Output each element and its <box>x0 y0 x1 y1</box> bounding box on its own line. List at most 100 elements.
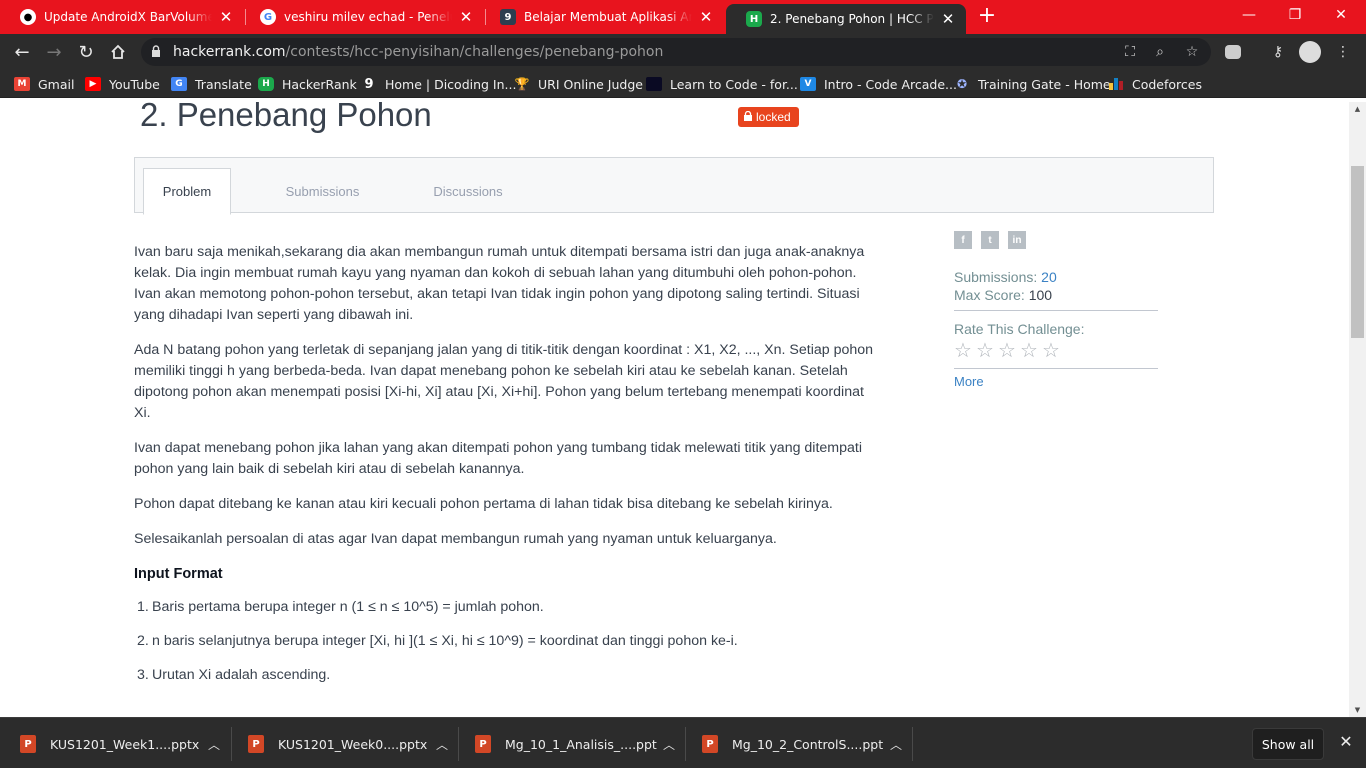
download-item[interactable]: P KUS1201_Week0....pptx ︿ <box>248 726 448 762</box>
close-icon[interactable]: ✕ <box>698 8 714 26</box>
zoom-icon[interactable]: ⌕ <box>1151 44 1169 60</box>
avatar[interactable] <box>1299 41 1321 63</box>
download-item[interactable]: P Mg_10_2_ControlS....ppt ︿ <box>702 726 902 762</box>
back-button[interactable]: ← <box>8 38 36 66</box>
training-gate-icon: ✪ <box>956 77 968 91</box>
download-bar: P KUS1201_Week1....pptx ︿ P KUS1201_Week… <box>0 717 1366 768</box>
chevron-up-icon[interactable]: ︿ <box>663 736 675 753</box>
close-icon[interactable]: ✕ <box>458 8 474 26</box>
paragraph: Ada N batang pohon yang terletak di sepa… <box>134 342 874 421</box>
chevron-up-icon[interactable]: ︿ <box>890 736 902 753</box>
star-icon[interactable]: ☆ <box>998 341 1017 361</box>
browser-tab-hackerrank-active[interactable]: H 2. Penebang Pohon | HCC Penyisihan ✕ <box>726 4 966 34</box>
download-filename: KUS1201_Week0....pptx <box>278 736 428 752</box>
tab-submissions[interactable]: Submissions <box>265 168 380 214</box>
star-icon[interactable]: ☆ <box>1020 341 1039 361</box>
bookmark-dicoding[interactable]: 9 Home | Dicoding In... <box>361 75 516 93</box>
max-score-stat: Max Score: 100 <box>954 287 1158 303</box>
tab-title: 2. Penebang Pohon | HCC Penyisihan <box>770 12 934 26</box>
bookmark-codeforces[interactable]: Codeforces <box>1108 75 1202 93</box>
paragraph: Ivan dapat menebang pohon jika lahan yan… <box>134 440 862 477</box>
powerpoint-icon: P <box>702 735 718 753</box>
gmail-icon: M <box>14 77 30 91</box>
home-button[interactable] <box>104 38 132 66</box>
bookmark-gmail[interactable]: M Gmail <box>14 75 74 93</box>
github-icon: ● <box>20 9 36 25</box>
list-item: 1. Baris pertama berupa integer n (1 ≤ n … <box>134 597 874 618</box>
browser-toolbar: ← → ↻ hackerrank.com/contests/hcc-penyis… <box>0 34 1366 70</box>
forward-button[interactable]: → <box>40 38 68 66</box>
chevron-up-icon[interactable]: ︿ <box>436 736 448 753</box>
list-item: 2. n baris selanjutnya berupa integer [Xi… <box>134 631 874 652</box>
close-download-bar-icon[interactable]: ✕ <box>1336 732 1356 754</box>
download-filename: KUS1201_Week1....pptx <box>50 736 200 752</box>
star-icon[interactable]: ☆ <box>976 341 995 361</box>
chevron-up-icon[interactable]: ︿ <box>208 736 220 753</box>
tab-problem[interactable]: Problem <box>143 168 231 215</box>
translate-icon[interactable]: ⛶ <box>1121 44 1139 60</box>
scroll-thumb[interactable] <box>1351 166 1364 338</box>
close-icon[interactable]: ✕ <box>218 8 234 26</box>
arrow-left-icon: ← <box>14 41 30 63</box>
arrow-right-icon: → <box>46 41 62 63</box>
divider <box>685 727 686 761</box>
bookmark-codesignal[interactable]: V Intro - Code Arcade... <box>800 75 957 93</box>
bookmark-label: Gmail <box>38 76 75 92</box>
divider <box>912 727 913 761</box>
new-tab-button[interactable]: + <box>975 5 999 29</box>
extension-icon[interactable] <box>1223 42 1243 62</box>
browser-tab-google[interactable]: G veshiru milev echad - Penelusuran Goog… <box>240 0 484 34</box>
show-all-button[interactable]: Show all <box>1252 728 1324 760</box>
close-icon[interactable]: ✕ <box>940 10 956 28</box>
trophy-icon: 🏆 <box>514 77 530 91</box>
badge-label: locked <box>756 110 791 124</box>
home-icon <box>111 44 125 59</box>
divider <box>458 727 459 761</box>
star-icon[interactable]: ☆ <box>1042 341 1061 361</box>
bookmark-hackerrank[interactable]: H HackerRank <box>258 75 357 93</box>
tab-discussions[interactable]: Discussions <box>417 168 519 214</box>
reload-button[interactable]: ↻ <box>72 38 100 66</box>
max-score-value: 100 <box>1028 287 1053 303</box>
bookmark-star-icon[interactable]: ☆ <box>1183 44 1201 60</box>
bookmark-label: Learn to Code - for... <box>670 76 798 92</box>
menu-icon[interactable]: ⋮ <box>1333 42 1353 62</box>
window-close-button[interactable]: ✕ <box>1318 0 1364 30</box>
paragraph: Pohon dapat ditebang ke kanan atau kiri … <box>134 496 833 512</box>
twitter-icon[interactable]: t <box>981 231 999 249</box>
list-number: 3. <box>137 667 149 683</box>
submissions-count-link[interactable]: 20 <box>1041 269 1057 285</box>
minimize-button[interactable]: — <box>1226 0 1272 30</box>
bookmark-translate[interactable]: G Translate <box>171 75 252 93</box>
more-link[interactable]: More <box>954 374 1158 389</box>
facebook-icon[interactable]: f <box>954 231 972 249</box>
reload-icon: ↻ <box>78 41 94 63</box>
share-buttons: f t in <box>954 231 1158 249</box>
restore-button[interactable]: ❐ <box>1272 0 1318 30</box>
browser-tab-github[interactable]: ● Update AndroidX BarVolume · dicoding ✕ <box>0 0 244 34</box>
bookmark-youtube[interactable]: ▶ YouTube <box>85 75 160 93</box>
key-icon[interactable]: ⚷ <box>1268 42 1288 62</box>
bookmark-label: Codeforces <box>1132 76 1202 92</box>
bookmark-uri[interactable]: 🏆 URI Online Judge <box>514 75 643 93</box>
linkedin-icon[interactable]: in <box>1008 231 1026 249</box>
bookmark-freecodecamp[interactable]: Learn to Code - for... <box>646 75 798 93</box>
page-scrollbar[interactable]: ▲ ▼ <box>1349 102 1366 717</box>
divider <box>954 368 1158 369</box>
scroll-down-arrow-icon[interactable]: ▼ <box>1349 703 1366 717</box>
download-item[interactable]: P KUS1201_Week1....pptx ︿ <box>20 726 220 762</box>
download-item[interactable]: P Mg_10_1_Analisis_....ppt ︿ <box>475 726 675 762</box>
tab-title: Belajar Membuat Aplikasi Android <box>524 10 692 24</box>
browser-tab-dicoding[interactable]: 9 Belajar Membuat Aplikasi Android ✕ <box>480 0 724 34</box>
paragraph: Selesaikanlah persoalan di atas agar Iva… <box>134 531 777 547</box>
list-text: n baris selanjutnya berupa integer [Xi, … <box>152 633 738 649</box>
tab-title: veshiru milev echad - Penelusuran Google <box>284 10 452 24</box>
address-bar[interactable]: hackerrank.com/contests/hcc-penyisihan/c… <box>141 38 1211 66</box>
status-badge: locked <box>738 107 799 127</box>
lock-icon <box>151 44 165 60</box>
list-text: Baris pertama berupa integer n (1 ≤ n ≤ … <box>152 599 544 615</box>
scroll-up-arrow-icon[interactable]: ▲ <box>1349 102 1366 116</box>
powerpoint-icon: P <box>20 735 36 753</box>
star-icon[interactable]: ☆ <box>954 341 973 361</box>
bookmark-training-gate[interactable]: ✪ Training Gate - Home <box>954 75 1111 93</box>
